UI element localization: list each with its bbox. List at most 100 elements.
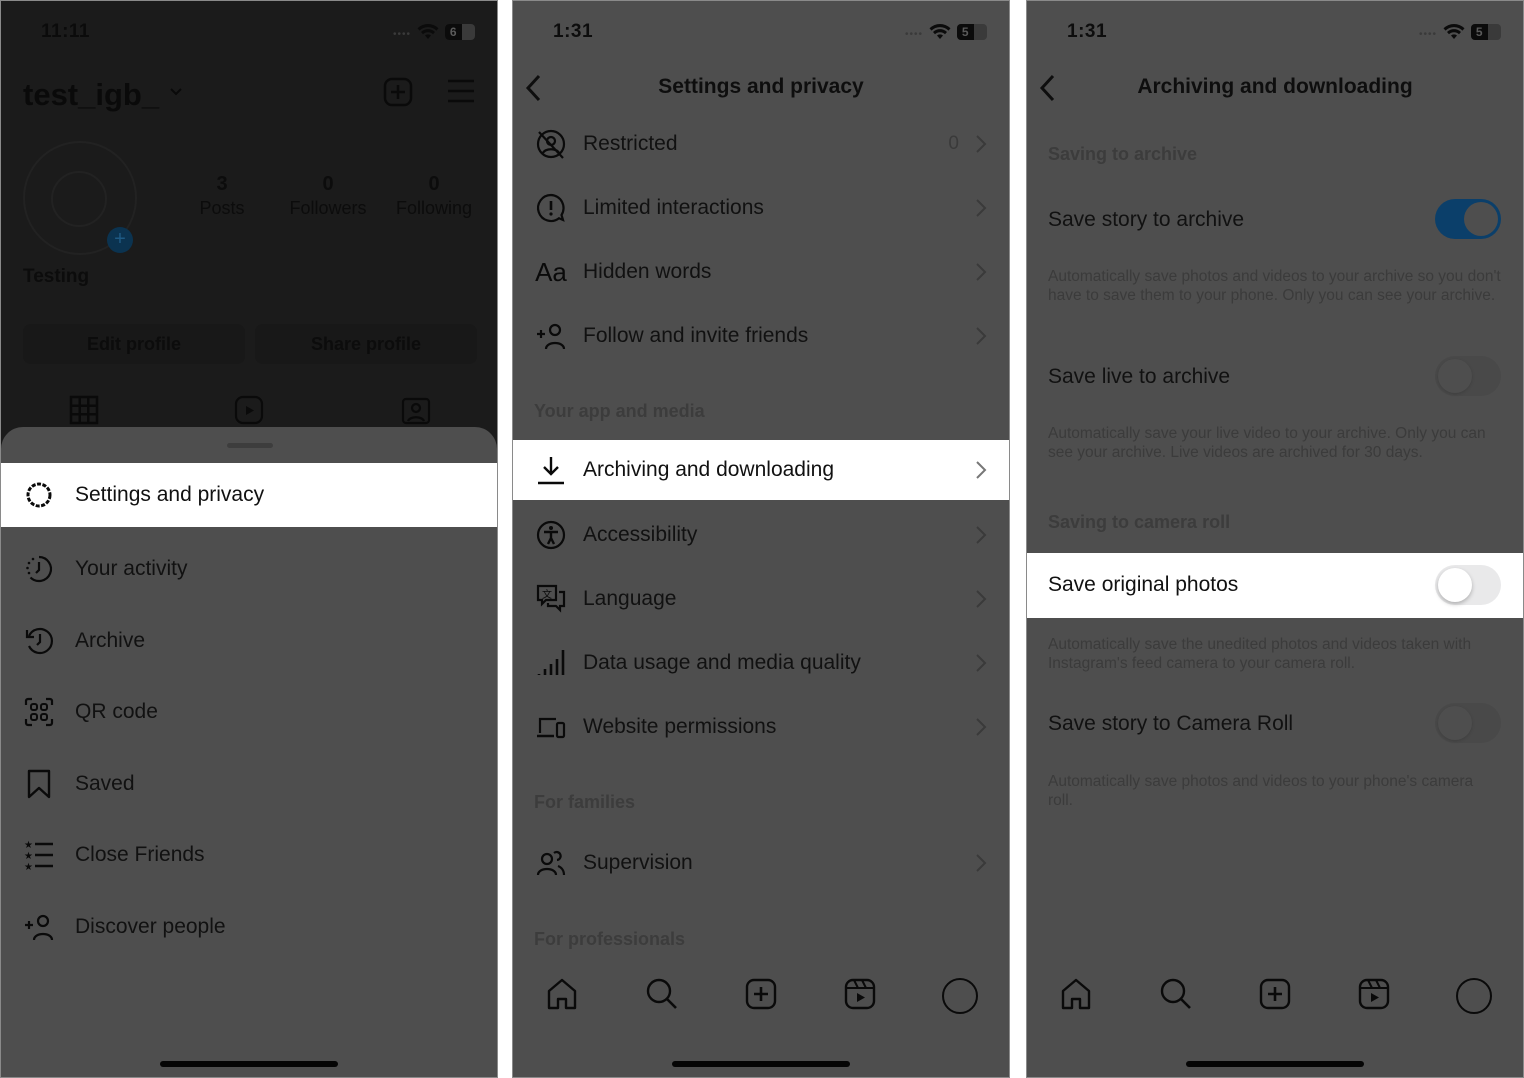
chevron-right-icon (976, 327, 987, 345)
profile-display-name: Testing (23, 266, 90, 287)
home-indicator[interactable] (1186, 1061, 1364, 1067)
language-icon: 文 (533, 581, 569, 617)
menu-item-activity[interactable]: Your activity (1, 537, 497, 601)
setting-label-save-story-archive: Save story to archive (1048, 208, 1245, 231)
chevron-right-icon (976, 135, 987, 153)
setting-label-save-live-archive: Save live to archive (1048, 365, 1231, 388)
svg-text:★: ★ (24, 851, 33, 862)
setting-row-save-original-photos[interactable]: Save original photos (1027, 553, 1523, 618)
settings-row-supervision[interactable]: Supervision (513, 833, 1009, 893)
menu-item-close-friends[interactable]: ★ ★ ★ Close Friends (1, 823, 497, 887)
menu-sheet: Settings and privacy Your activity Archi… (1, 427, 497, 1077)
menu-item-archive[interactable]: Archive (1, 609, 497, 673)
profile-avatar[interactable] (1455, 977, 1493, 1015)
battery-icon: 5 (1471, 23, 1501, 40)
stat-following[interactable]: 0 Following (379, 173, 489, 219)
settings-row-archiving-downloading[interactable]: Archiving and downloading (513, 440, 1009, 500)
settings-row-follow-invite[interactable]: Follow and invite friends (513, 306, 1009, 366)
setting-description: Automatically save photos and videos to … (1048, 268, 1501, 304)
limited-interactions-icon (533, 190, 569, 226)
activity-icon (21, 551, 57, 587)
edit-profile-button[interactable]: Edit profile (23, 324, 245, 364)
home-icon[interactable] (1059, 977, 1093, 1011)
setting-description: Automatically save photos and videos to … (1048, 773, 1474, 809)
reels-tab-icon[interactable] (234, 395, 264, 425)
settings-row-limited-interactions[interactable]: Limited interactions (513, 178, 1009, 238)
setting-description: Automatically save the unedited photos a… (1048, 636, 1472, 672)
status-bar: 1:31 •••• 5 (1027, 19, 1523, 47)
bookmark-icon (21, 766, 57, 802)
reels-icon[interactable] (1357, 977, 1391, 1011)
share-profile-button[interactable]: Share profile (255, 324, 477, 364)
wifi-icon (929, 23, 951, 39)
home-icon[interactable] (545, 977, 579, 1011)
status-time: 11:11 (41, 21, 90, 42)
bottom-tab-bar (513, 977, 1009, 1027)
chevron-right-icon (976, 526, 987, 544)
stat-followers[interactable]: 0 Followers (273, 173, 383, 219)
setting-label-save-story-camera-roll: Save story to Camera Roll (1048, 712, 1294, 735)
section-header-professionals: For professionals (534, 929, 686, 949)
sheet-grabber[interactable] (227, 443, 273, 448)
toggle-save-story-archive[interactable] (1435, 199, 1501, 239)
page-title: Settings and privacy (658, 75, 864, 98)
chevron-right-icon (976, 854, 987, 872)
settings-row-restricted[interactable]: Restricted 0 (513, 114, 1009, 174)
menu-item-saved[interactable]: Saved (1, 752, 497, 816)
settings-row-hidden-words[interactable]: Aa Hidden words (513, 242, 1009, 302)
menu-item-qr-code[interactable]: QR code (1, 680, 497, 744)
reels-icon[interactable] (843, 977, 877, 1011)
settings-icon (21, 477, 57, 513)
settings-row-data-usage[interactable]: Data usage and media quality (513, 633, 1009, 693)
search-icon[interactable] (1159, 977, 1193, 1011)
chevron-right-icon (976, 263, 987, 281)
chevron-right-icon (976, 718, 987, 736)
tagged-icon[interactable] (401, 395, 431, 425)
create-icon[interactable] (1258, 977, 1292, 1011)
toggle-save-live-archive[interactable] (1435, 356, 1501, 396)
supervision-icon (533, 845, 569, 881)
home-indicator[interactable] (160, 1061, 338, 1067)
profile-avatar[interactable] (941, 977, 979, 1015)
settings-row-website-permissions[interactable]: Website permissions (513, 697, 1009, 757)
toggle-save-original-photos[interactable] (1435, 565, 1501, 605)
settings-row-language[interactable]: 文 Language (513, 569, 1009, 629)
devices-icon (533, 709, 569, 745)
setting-label-save-original-photos: Save original photos (1048, 573, 1239, 596)
page-title: Archiving and downloading (1137, 75, 1413, 98)
chevron-right-icon (976, 654, 987, 672)
hidden-words-icon: Aa (535, 256, 567, 287)
section-header-families: For families (534, 792, 636, 812)
toggle-save-story-camera-roll[interactable] (1435, 703, 1501, 743)
chevron-right-icon (976, 590, 987, 608)
signal-icon: •••• (392, 29, 411, 40)
home-indicator[interactable] (672, 1061, 850, 1067)
qr-code-icon (21, 694, 57, 730)
create-icon[interactable] (383, 77, 413, 107)
svg-text:文: 文 (542, 588, 552, 601)
add-story-icon[interactable]: + (107, 227, 133, 253)
menu-item-settings[interactable]: Settings and privacy (1, 463, 497, 527)
status-bar: 1:31 •••• 5 (513, 19, 1009, 47)
create-icon[interactable] (744, 977, 778, 1011)
signal-bars-icon (533, 645, 569, 681)
section-header-camera-roll: Saving to camera roll (1048, 512, 1231, 532)
profile-username[interactable]: test_igb_ (23, 77, 159, 113)
grid-icon[interactable] (69, 395, 99, 425)
section-header-archive: Saving to archive (1048, 144, 1198, 164)
chevron-down-icon[interactable] (169, 87, 183, 97)
bottom-tab-bar (1027, 977, 1523, 1027)
menu-item-discover-people[interactable]: Discover people (1, 895, 497, 959)
avatar-placeholder (51, 171, 107, 227)
svg-text:★: ★ (24, 862, 33, 871)
accessibility-icon (533, 517, 569, 553)
settings-screen: 1:31 •••• 5 Settings and privacy Restric… (512, 0, 1010, 1078)
restricted-count: 0 (948, 133, 959, 154)
hamburger-menu-icon[interactable] (447, 77, 475, 105)
battery-icon: 6 (445, 23, 475, 40)
stat-posts[interactable]: 3 Posts (167, 173, 277, 219)
svg-text:★: ★ (24, 840, 33, 851)
signal-icon: •••• (904, 29, 923, 40)
search-icon[interactable] (645, 977, 679, 1011)
settings-row-accessibility[interactable]: Accessibility (513, 505, 1009, 565)
